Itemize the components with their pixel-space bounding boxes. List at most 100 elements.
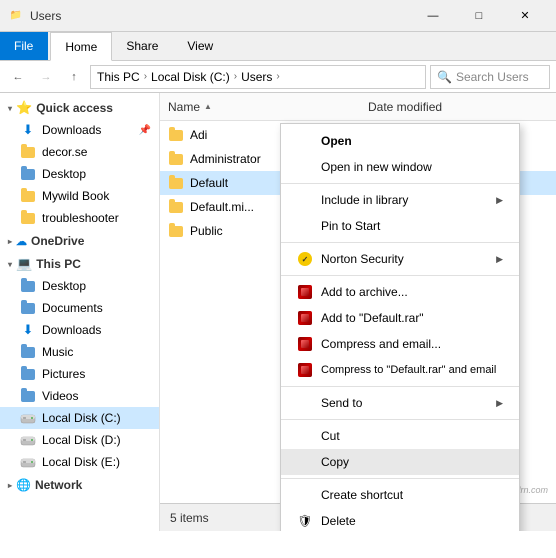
sidebar-item-pictures[interactable]: Pictures: [0, 363, 159, 385]
norton-icon: ✓: [297, 251, 313, 267]
sidebar-item-music[interactable]: Music: [0, 341, 159, 363]
sidebar-item-documents[interactable]: Documents: [0, 297, 159, 319]
ctx-copy[interactable]: Copy: [281, 449, 519, 475]
folder-blue-icon: [20, 366, 36, 382]
chevron-down-icon: ▾: [8, 104, 12, 113]
path-part-disk[interactable]: Local Disk (C:): [151, 70, 230, 84]
ctx-item-label: Compress and email...: [321, 337, 441, 351]
ctx-separator-2: [281, 242, 519, 243]
drive-icon: [20, 410, 36, 426]
ctx-delete[interactable]: 🛡 Delete: [281, 508, 519, 531]
title-bar: 📁 Users — □ ✕: [0, 0, 556, 32]
ctx-add-default-rar[interactable]: Add to "Default.rar": [281, 305, 519, 331]
col-date-label: Date modified: [368, 100, 442, 114]
sidebar-item-decor[interactable]: decor.se: [0, 141, 159, 163]
path-sep-1: ›: [144, 71, 147, 82]
sidebar-item-label: Desktop: [42, 167, 86, 181]
sidebar-item-label: Local Disk (C:): [42, 411, 121, 425]
sidebar-onedrive-header[interactable]: ▸ ☁ OneDrive: [0, 231, 159, 251]
title-bar-icons: 📁: [8, 8, 24, 24]
maximize-button[interactable]: □: [456, 0, 502, 32]
path-sep-3: ›: [276, 71, 279, 82]
ctx-sendto-icon: [297, 395, 313, 411]
sidebar-item-locale[interactable]: Local Disk (E:): [0, 451, 159, 473]
folder-blue-icon: [20, 300, 36, 316]
address-path[interactable]: This PC › Local Disk (C:) › Users ›: [90, 65, 426, 89]
chevron-right-icon: ▸: [8, 237, 12, 246]
ctx-item-label: Create shortcut: [321, 488, 403, 502]
folder-icon: [20, 210, 36, 226]
ctx-separator-3: [281, 275, 519, 276]
ctx-lib-icon: [297, 192, 313, 208]
search-box[interactable]: 🔍 Search Users: [430, 65, 550, 89]
sidebar-item-mywild[interactable]: Mywild Book: [0, 185, 159, 207]
status-text: 5 items: [170, 511, 209, 525]
window-icon: 📁: [8, 8, 24, 24]
sidebar: ▾ ⭐ Quick access ⬇ Downloads 📌 decor.se …: [0, 93, 160, 531]
ctx-item-label: Pin to Start: [321, 219, 380, 233]
col-name-label: Name: [168, 100, 200, 114]
ctx-open[interactable]: Open: [281, 128, 519, 154]
ctx-item-label: Cut: [321, 429, 340, 443]
arrow-icon: ▶: [496, 195, 503, 206]
ctx-create-shortcut[interactable]: Create shortcut: [281, 482, 519, 508]
close-button[interactable]: ✕: [502, 0, 548, 32]
ctx-item-label: Include in library: [321, 193, 408, 207]
path-part-users[interactable]: Users: [241, 70, 272, 84]
ctx-compress-default-email[interactable]: Compress to "Default.rar" and email: [281, 357, 519, 383]
forward-button[interactable]: →: [34, 65, 58, 89]
sidebar-item-localc[interactable]: Local Disk (C:): [0, 407, 159, 429]
back-button[interactable]: ←: [6, 65, 30, 89]
up-button[interactable]: ↑: [62, 65, 86, 89]
quickaccess-label: Quick access: [36, 101, 113, 115]
ctx-pin-start[interactable]: Pin to Start: [281, 213, 519, 239]
sidebar-item-downloads[interactable]: ⬇ Downloads 📌: [0, 119, 159, 141]
sidebar-item-locald[interactable]: Local Disk (D:): [0, 429, 159, 451]
sidebar-item-label: Downloads: [42, 123, 101, 137]
onedrive-icon: ☁: [16, 235, 27, 248]
tab-file[interactable]: File: [0, 32, 48, 60]
search-placeholder: Search Users: [456, 70, 529, 84]
rar-email-icon: [297, 336, 313, 352]
path-sep-2: ›: [234, 71, 237, 82]
folder-icon: [20, 144, 36, 160]
context-menu: Open Open in new window Include in libra…: [280, 123, 520, 531]
sidebar-item-desktop-pc[interactable]: Desktop: [0, 275, 159, 297]
sidebar-item-videos[interactable]: Videos: [0, 385, 159, 407]
drive-icon: [20, 454, 36, 470]
col-date-header[interactable]: Date modified: [368, 100, 548, 114]
tab-share[interactable]: Share: [112, 32, 173, 60]
sidebar-item-label: Desktop: [42, 279, 86, 293]
sidebar-network-header[interactable]: ▸ 🌐 Network: [0, 475, 159, 495]
sidebar-item-desktop-qa[interactable]: Desktop: [0, 163, 159, 185]
ctx-compress-email[interactable]: Compress and email...: [281, 331, 519, 357]
sidebar-thispc-header[interactable]: ▾ 💻 This PC: [0, 253, 159, 275]
tab-home[interactable]: Home: [50, 32, 112, 61]
content-header: Name ▲ Date modified: [160, 93, 556, 121]
ctx-add-archive[interactable]: Add to archive...: [281, 279, 519, 305]
sidebar-item-label: Documents: [42, 301, 103, 315]
sidebar-item-downloads-pc[interactable]: ⬇ Downloads: [0, 319, 159, 341]
ctx-shortcut-icon: [297, 487, 313, 503]
ctx-open-new[interactable]: Open in new window: [281, 154, 519, 180]
network-label: Network: [35, 478, 82, 492]
path-part-thispc[interactable]: This PC: [97, 70, 140, 84]
ctx-open-icon: [297, 133, 313, 149]
sidebar-section-quickaccess: ▾ ⭐ Quick access ⬇ Downloads 📌 decor.se …: [0, 97, 159, 229]
ctx-send-to[interactable]: Send to ▶: [281, 390, 519, 416]
ctx-norton[interactable]: ✓ Norton Security ▶: [281, 246, 519, 272]
sidebar-quickaccess-header[interactable]: ▾ ⭐ Quick access: [0, 97, 159, 119]
sidebar-item-troubleshooter[interactable]: troubleshooter: [0, 207, 159, 229]
minimize-button[interactable]: —: [410, 0, 456, 32]
arrow-icon: ▶: [496, 398, 503, 409]
ctx-separator-4: [281, 386, 519, 387]
tab-view[interactable]: View: [173, 32, 228, 60]
ctx-cut[interactable]: Cut: [281, 423, 519, 449]
ctx-include-lib[interactable]: Include in library ▶: [281, 187, 519, 213]
address-bar: ← → ↑ This PC › Local Disk (C:) › Users …: [0, 61, 556, 93]
rar-email2-icon: [297, 362, 313, 378]
main-container: ▾ ⭐ Quick access ⬇ Downloads 📌 decor.se …: [0, 93, 556, 531]
col-name-header[interactable]: Name ▲: [168, 100, 368, 114]
ctx-shield-icon: 🛡: [297, 513, 313, 529]
thispc-label: This PC: [36, 257, 81, 271]
